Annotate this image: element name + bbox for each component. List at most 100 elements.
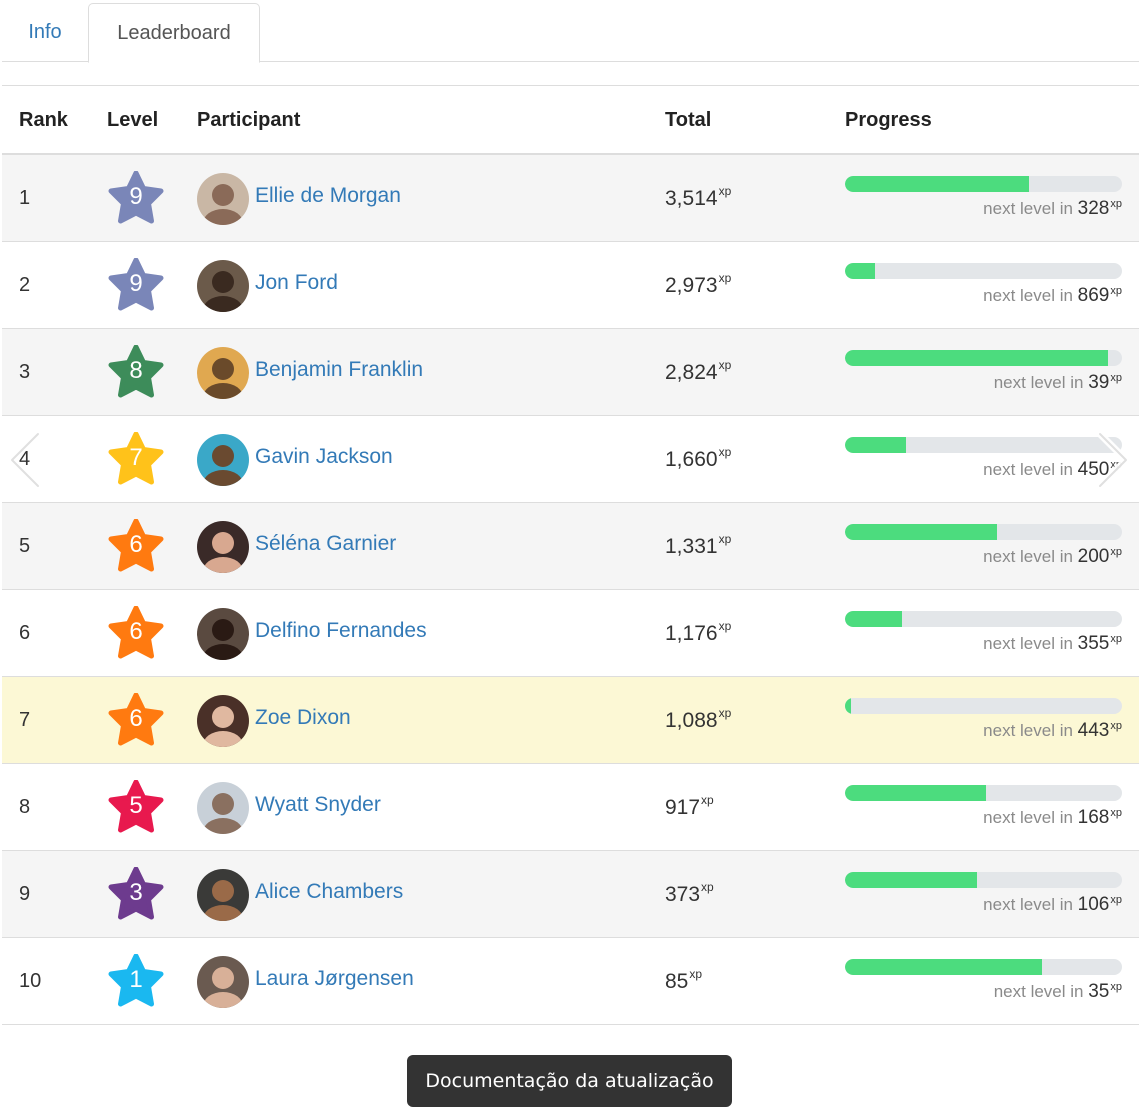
column-header-level: Level [107, 109, 159, 131]
progress-cell: next level in 35xp [845, 959, 1122, 1003]
next-level-amount: 35 [1088, 981, 1110, 1002]
tab-info[interactable]: Info [2, 3, 88, 62]
table-row: 4 7 Gavin Jackson 1,660 xp next level in 450x… [2, 416, 1139, 503]
column-header-progress: Progress [845, 109, 932, 131]
progress-bar [845, 959, 1122, 975]
table-row: 9 3 Alice Chambers 373 xp next level in 106xp [2, 851, 1139, 938]
progress-cell: next level in 106xp [845, 872, 1122, 916]
table-body: 1 9 Ellie de Morgan 3,514 xp next level in 32… [2, 155, 1139, 1025]
table-row: 6 6 Delfino Fernandes 1,176 xp next level in … [2, 590, 1139, 677]
avatar[interactable] [197, 955, 249, 1008]
level-number: 8 [129, 356, 143, 384]
avatar[interactable] [197, 781, 249, 834]
next-level-amount: 869 [1077, 285, 1110, 306]
progress-bar-fill [845, 263, 876, 279]
xp-suffix: xp [1110, 198, 1122, 210]
level-cell: 6 [107, 677, 165, 764]
participant-name-link[interactable]: Delfino Fernandes [255, 619, 427, 643]
level-cell: 6 [107, 503, 165, 590]
progress-bar [845, 785, 1122, 801]
xp-suffix: xp [1110, 372, 1122, 384]
avatar[interactable] [197, 172, 249, 225]
level-star-icon: 3 [108, 866, 164, 923]
avatar[interactable] [197, 607, 249, 660]
avatar[interactable] [197, 520, 249, 573]
next-level-amount: 168 [1077, 807, 1110, 828]
table-row: 10 1 Laura Jørgensen 85 xp next level in 35xp [2, 938, 1139, 1025]
participant-name-link[interactable]: Alice Chambers [255, 880, 403, 904]
progress-cell: next level in 328xp [845, 176, 1122, 220]
participant-name-link[interactable]: Zoe Dixon [255, 706, 351, 730]
progress-cell: next level in 869xp [845, 263, 1122, 307]
participant-name-link[interactable]: Benjamin Franklin [255, 358, 423, 382]
total-value: 917 [665, 795, 701, 819]
progress-cell: next level in 200xp [845, 524, 1122, 568]
next-level-amount: 328 [1077, 198, 1110, 219]
next-level-amount: 106 [1077, 894, 1110, 915]
progress-bar-fill [845, 437, 906, 453]
progress-bar [845, 263, 1122, 279]
total-cell: 917 xp [665, 764, 714, 851]
next-level-text: next level in 35xp [845, 981, 1122, 1003]
level-star-icon: 9 [108, 170, 164, 227]
total-cell: 1,660 xp [665, 416, 731, 503]
next-level-amount: 200 [1077, 546, 1110, 567]
avatar[interactable] [197, 259, 249, 312]
level-cell: 1 [107, 938, 165, 1025]
table-row: 7 6 Zoe Dixon 1,088 xp next level in 443xp [2, 677, 1139, 764]
participant-cell: Séléna Garnier [197, 503, 396, 590]
participant-name-link[interactable]: Laura Jørgensen [255, 967, 414, 991]
total-value: 2,973 [665, 273, 718, 297]
xp-suffix: xp [718, 183, 732, 198]
table-row: 1 9 Ellie de Morgan 3,514 xp next level in 32… [2, 155, 1139, 242]
total-value: 1,088 [665, 708, 718, 732]
avatar[interactable] [197, 346, 249, 399]
level-number: 6 [129, 704, 143, 732]
table-row: 3 8 Benjamin Franklin 2,824 xp next level in … [2, 329, 1139, 416]
participant-cell: Benjamin Franklin [197, 329, 423, 416]
participant-name-link[interactable]: Séléna Garnier [255, 532, 396, 556]
xp-suffix: xp [701, 792, 714, 807]
progress-cell: next level in 443xp [845, 698, 1122, 742]
total-cell: 373 xp [665, 851, 714, 938]
level-star-icon: 6 [108, 518, 164, 575]
level-cell: 7 [107, 416, 165, 503]
total-cell: 2,973 xp [665, 242, 731, 329]
next-level-label: next level in [983, 547, 1073, 566]
xp-suffix: xp [689, 966, 703, 981]
avatar[interactable] [197, 694, 249, 747]
total-cell: 3,514 xp [665, 155, 731, 242]
total-value: 2,824 [665, 360, 718, 384]
carousel-next-arrow[interactable] [1094, 430, 1134, 490]
xp-suffix: xp [1110, 285, 1122, 297]
level-number: 6 [129, 617, 143, 645]
rank-cell: 5 [19, 535, 31, 557]
level-star-icon: 7 [108, 431, 164, 488]
total-cell: 1,176 xp [665, 590, 731, 677]
total-cell: 85 xp [665, 938, 702, 1025]
xp-suffix: xp [718, 705, 732, 720]
progress-bar-fill [845, 785, 987, 801]
avatar[interactable] [197, 868, 249, 921]
xp-suffix: xp [701, 879, 714, 894]
tab-leaderboard[interactable]: Leaderboard [88, 3, 260, 63]
rank-cell: 1 [19, 187, 31, 209]
carousel-prev-arrow[interactable] [4, 430, 44, 490]
progress-bar-fill [845, 524, 998, 540]
column-header-rank: Rank [19, 109, 68, 131]
progress-cell: next level in 450xp [845, 437, 1122, 481]
participant-name-link[interactable]: Jon Ford [255, 271, 338, 295]
level-cell: 9 [107, 242, 165, 329]
participant-name-link[interactable]: Wyatt Snyder [255, 793, 381, 817]
rank-cell: 8 [19, 796, 31, 818]
participant-name-link[interactable]: Gavin Jackson [255, 445, 393, 469]
level-number: 3 [129, 878, 143, 906]
participant-cell: Gavin Jackson [197, 416, 393, 503]
tooltip: Documentação da atualização [407, 1055, 732, 1107]
progress-bar [845, 524, 1122, 540]
xp-suffix: xp [1110, 981, 1122, 993]
progress-bar [845, 872, 1122, 888]
avatar[interactable] [197, 433, 249, 486]
participant-name-link[interactable]: Ellie de Morgan [255, 184, 401, 208]
total-value: 1,660 [665, 447, 718, 471]
